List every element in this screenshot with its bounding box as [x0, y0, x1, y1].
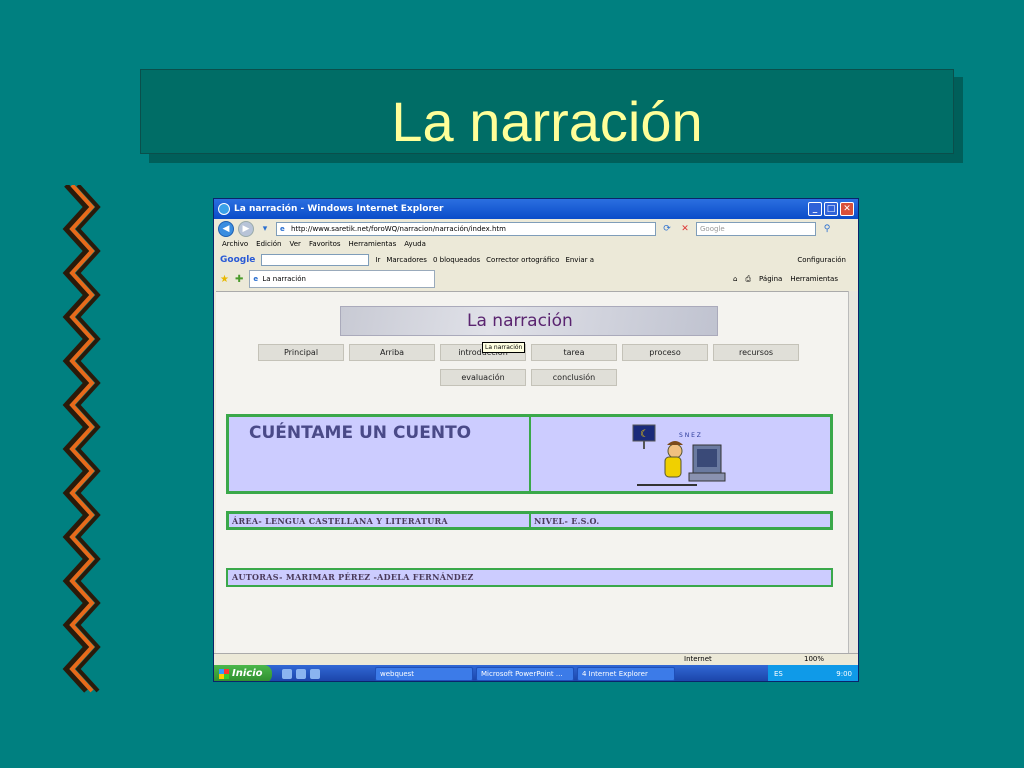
search-input[interactable]: Google — [696, 221, 816, 236]
nivel-text: NIVEL- E.S.O. — [534, 516, 600, 526]
ie-icon — [218, 203, 230, 215]
image-cell: ☾ S N E Z — [530, 416, 831, 492]
vertical-scrollbar[interactable] — [848, 291, 858, 653]
window-title: La narración - Windows Internet Explorer — [234, 204, 444, 214]
zigzag-decoration — [62, 185, 101, 693]
home-icon[interactable]: ⌂ — [733, 275, 737, 284]
tab-row: ★ ✚ La narración ⌂ ⎙ Página Herramientas — [214, 269, 858, 289]
svg-text:☾: ☾ — [640, 429, 649, 440]
menu-archivo[interactable]: Archivo — [222, 240, 248, 252]
go-button[interactable]: Ir — [375, 256, 380, 264]
forward-button[interactable]: ▶ — [238, 220, 254, 237]
nav-recursos[interactable]: recursos — [713, 344, 799, 361]
back-button[interactable]: ◀ — [218, 220, 234, 237]
heading-text: CUÉNTAME UN CUENTO — [249, 423, 472, 443]
media-quicklaunch-icon[interactable] — [296, 669, 306, 679]
slide: La narración La narración - Windows Inte… — [0, 0, 1024, 768]
nav-tarea[interactable]: tarea — [531, 344, 617, 361]
quick-launch — [282, 669, 372, 679]
favorites-star-icon[interactable]: ★ — [220, 274, 229, 285]
autoras-table: AUTORAS- MARIMAR PÉREZ -ADELA FERNÁNDEZ — [226, 568, 833, 587]
tooltip: La narración — [482, 342, 526, 353]
settings-button[interactable]: Configuración — [797, 256, 846, 264]
browser-screenshot: La narración - Windows Internet Explorer… — [213, 198, 859, 682]
menu-favoritos[interactable]: Favoritos — [309, 240, 341, 252]
svg-text:S N E Z: S N E Z — [679, 432, 701, 439]
slide-title: La narración — [391, 90, 703, 153]
nivel-cell: NIVEL- E.S.O. — [530, 513, 831, 528]
desktop-quicklaunch-icon[interactable] — [310, 669, 320, 679]
ie-quicklaunch-icon[interactable] — [282, 669, 292, 679]
menu-herramientas[interactable]: Herramientas — [349, 240, 397, 252]
menu-bar: Archivo Edición Ver Favoritos Herramient… — [214, 240, 858, 252]
area-cell: ÁREA- LENGUA CASTELLANA Y LITERATURA — [228, 513, 530, 528]
nav-principal[interactable]: Principal — [258, 344, 344, 361]
heading-cell: CUÉNTAME UN CUENTO — [228, 416, 530, 492]
area-text: ÁREA- LENGUA CASTELLANA Y LITERATURA — [232, 516, 448, 526]
chevron-down-icon[interactable]: ▾ — [258, 222, 272, 236]
stop-icon[interactable]: ✕ — [678, 222, 692, 236]
start-button[interactable]: Inicio — [214, 665, 272, 681]
page-banner: La narración — [340, 306, 718, 336]
system-tray: ES 9:00 — [768, 665, 858, 681]
heading-table: CUÉNTAME UN CUENTO ☾ S N E Z — [226, 414, 833, 494]
menu-edicion[interactable]: Edición — [256, 240, 281, 252]
spell-check-button[interactable]: Corrector ortográfico — [486, 256, 559, 264]
google-logo: Google — [220, 255, 256, 265]
tools-menu[interactable]: Herramientas — [790, 275, 838, 284]
search-icon[interactable]: ⚲ — [820, 222, 834, 236]
task-powerpoint[interactable]: Microsoft PowerPoint ... — [476, 667, 574, 681]
banner-title: La narración — [467, 311, 573, 331]
nav-arriba[interactable]: Arriba — [349, 344, 435, 361]
menu-ayuda[interactable]: Ayuda — [404, 240, 426, 252]
bookmarks-button[interactable]: Marcadores — [386, 256, 427, 264]
google-search-input[interactable] — [261, 254, 370, 266]
minimize-icon[interactable]: _ — [808, 202, 822, 216]
nav-evaluacion[interactable]: evaluación — [440, 369, 526, 386]
window-titlebar: La narración - Windows Internet Explorer… — [214, 199, 858, 219]
task-internet-explorer[interactable]: 4 Internet Explorer — [577, 667, 675, 681]
menu-ver[interactable]: Ver — [290, 240, 301, 252]
taskbar: Inicio webquest Microsoft PowerPoint ...… — [214, 665, 858, 681]
task-webquest[interactable]: webquest — [375, 667, 473, 681]
autoras-text: AUTORAS- MARIMAR PÉREZ -ADELA FERNÁNDEZ — [232, 572, 474, 582]
address-input[interactable]: http://www.saretik.net/foroWQ/narracion/… — [276, 221, 656, 236]
send-to-button[interactable]: Enviar a — [565, 256, 594, 264]
page-viewport: La narración Principal Arriba introducci… — [216, 291, 848, 653]
zoom-level[interactable]: 100% — [804, 655, 824, 663]
computer-user-icon: ☾ S N E Z — [632, 424, 726, 486]
status-zone: Internet — [684, 655, 712, 663]
google-toolbar: Google Ir Marcadores 0 bloqueados Correc… — [214, 252, 858, 268]
close-icon[interactable]: ✕ — [840, 202, 854, 216]
tab-la-narracion[interactable]: La narración — [249, 270, 436, 288]
maximize-icon[interactable]: □ — [824, 202, 838, 216]
area-table: ÁREA- LENGUA CASTELLANA Y LITERATURA NIV… — [226, 511, 833, 530]
nav-proceso[interactable]: proceso — [622, 344, 708, 361]
nav-conclusion[interactable]: conclusión — [531, 369, 617, 386]
print-icon[interactable]: ⎙ — [745, 275, 751, 284]
status-bar: Internet 100% — [214, 653, 858, 665]
refresh-icon[interactable]: ⟳ — [660, 222, 674, 236]
blocked-popups[interactable]: 0 bloqueados — [433, 256, 480, 264]
clock: 9:00 — [836, 670, 852, 678]
address-row: ◀ ▶ ▾ http://www.saretik.net/foroWQ/narr… — [214, 219, 858, 238]
page-menu[interactable]: Página — [759, 275, 782, 284]
language-indicator[interactable]: ES — [774, 665, 783, 681]
add-favorite-icon[interactable]: ✚ — [235, 274, 243, 285]
